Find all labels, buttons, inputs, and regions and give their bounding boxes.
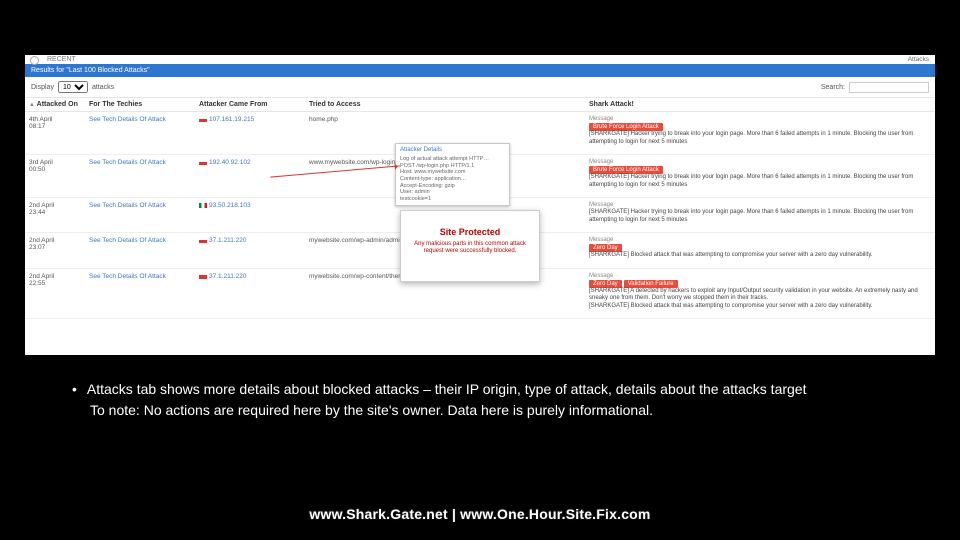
- ip-tooltip: Attacker Details Log of actual attack at…: [395, 143, 510, 206]
- cell-date: 4th April08:17: [25, 112, 85, 155]
- site-protected-popup: Site Protected Any malicious parts in th…: [400, 210, 540, 282]
- results-title: Results for "Last 100 Blocked Attacks": [31, 67, 150, 74]
- attacker-ip[interactable]: 93.50.218.103: [209, 202, 251, 209]
- flag-icon: [199, 117, 207, 122]
- attacker-ip[interactable]: 107.161.19.215: [209, 116, 254, 123]
- cell-shark: Message[SHARKGATE] Hacker trying to brea…: [585, 198, 935, 233]
- cell-shark: MessageZero Day[SHARKGATE] Blocked attac…: [585, 233, 935, 269]
- footer-urls: www.Shark.Gate.net | www.One.Hour.Site.F…: [0, 506, 960, 522]
- status-message: [SHARKGATE] Hacker trying to break into …: [589, 131, 931, 146]
- status-message: [SHARKGATE] Blocked attack that was atte…: [589, 252, 931, 260]
- tech-details-link[interactable]: See Tech Details Of Attack: [89, 159, 166, 166]
- flag-icon: [199, 160, 207, 165]
- status-message: [SHARKGATE] A detected by hackers to exp…: [589, 288, 931, 311]
- cell-date: 2nd April23:07: [25, 233, 85, 269]
- attacker-ip[interactable]: 37.1.211.220: [209, 237, 246, 244]
- status-label: Message: [589, 159, 931, 165]
- col-shark[interactable]: Shark Attack!: [585, 98, 935, 112]
- attacks-word: attacks: [92, 84, 114, 91]
- attacks-table: ▲ Attacked On For The Techies Attacker C…: [25, 97, 935, 319]
- table-controls: Display 10 attacks Search:: [25, 77, 935, 97]
- recent-header: RECENT Attacks: [25, 55, 935, 64]
- col-tried[interactable]: Tried to Access: [305, 98, 585, 112]
- col-attacker-from[interactable]: Attacker Came From: [195, 98, 305, 112]
- col-attacked-on[interactable]: ▲ Attacked On: [25, 98, 85, 112]
- status-label: Message: [589, 202, 931, 208]
- status-badge: Zero Day: [589, 244, 622, 252]
- tech-details-link[interactable]: See Tech Details Of Attack: [89, 116, 166, 123]
- status-badge: Zero Day: [589, 280, 622, 288]
- sort-icon: ▲: [29, 102, 35, 108]
- cell-date: 2nd April23:44: [25, 198, 85, 233]
- results-bar: Results for "Last 100 Blocked Attacks": [25, 64, 935, 77]
- to-note: To note: No actions are required here by…: [90, 401, 890, 420]
- attacks-label: Attacks: [908, 56, 929, 63]
- cell-date: 3rd April00:50: [25, 155, 85, 198]
- cell-date: 2nd April22:55: [25, 268, 85, 319]
- popup-body: Any malicious parts in this common attac…: [407, 241, 533, 255]
- slide: RECENT Attacks Results for "Last 100 Blo…: [0, 0, 960, 540]
- col-for-techies[interactable]: For The Techies: [85, 98, 195, 112]
- status-badge: Validation Failure: [624, 280, 678, 288]
- search-label: Search:: [821, 84, 845, 91]
- status-badge: Brute Force Login Attack: [589, 166, 663, 174]
- per-page-select[interactable]: 10: [58, 81, 88, 93]
- flag-icon: [199, 238, 207, 243]
- bullet-1: Attacks tab shows more details about blo…: [87, 381, 807, 397]
- attacker-ip[interactable]: 192.40.92.102: [209, 159, 251, 166]
- tech-details-link[interactable]: See Tech Details Of Attack: [89, 202, 166, 209]
- dashboard-screenshot: RECENT Attacks Results for "Last 100 Blo…: [25, 55, 935, 355]
- status-badge: Brute Force Login Attack: [589, 123, 663, 131]
- status-label: Message: [589, 237, 931, 243]
- slide-bullets: •Attacks tab shows more details about bl…: [90, 380, 890, 420]
- tech-details-link[interactable]: See Tech Details Of Attack: [89, 237, 166, 244]
- table-header-row: ▲ Attacked On For The Techies Attacker C…: [25, 98, 935, 112]
- status-message: [SHARKGATE] Hacker trying to break into …: [589, 174, 931, 189]
- flag-icon: [199, 203, 207, 208]
- popup-title: Site Protected: [407, 227, 533, 237]
- cell-shark: MessageBrute Force Login Attack[SHARKGAT…: [585, 112, 935, 155]
- search-input[interactable]: [849, 82, 929, 93]
- tooltip-head: Attacker Details: [400, 147, 505, 154]
- status-message: [SHARKGATE] Hacker trying to break into …: [589, 209, 931, 224]
- display-label: Display: [31, 84, 54, 91]
- flag-icon: [199, 274, 207, 279]
- cell-shark: MessageZero DayValidation Failure[SHARKG…: [585, 268, 935, 319]
- status-label: Message: [589, 273, 931, 279]
- tech-details-link[interactable]: See Tech Details Of Attack: [89, 273, 166, 280]
- cell-shark: MessageBrute Force Login Attack[SHARKGAT…: [585, 155, 935, 198]
- status-label: Message: [589, 116, 931, 122]
- attacker-ip[interactable]: 37.1.211.220: [209, 273, 246, 280]
- recent-label: RECENT: [47, 56, 76, 63]
